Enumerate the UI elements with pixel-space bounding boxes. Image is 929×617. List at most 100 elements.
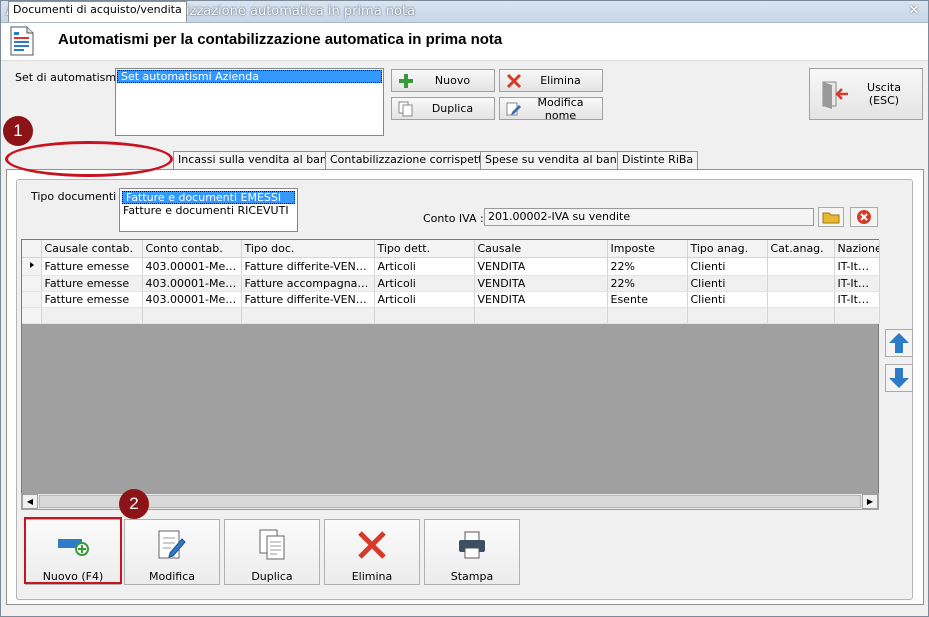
delete-button[interactable]: Elimina: [324, 519, 420, 585]
table-cell[interactable]: VENDITA: [474, 291, 608, 308]
table-cell[interactable]: [767, 257, 835, 276]
annotation-badge: 1: [3, 116, 33, 146]
table-cell[interactable]: Articoli: [374, 291, 475, 308]
delete-label: Elimina: [351, 570, 393, 583]
page-header: Automatismi per la contabilizzazione aut…: [1, 23, 928, 61]
scroll-thumb[interactable]: [39, 495, 861, 508]
column-header[interactable]: Causale: [474, 240, 608, 258]
table-cell[interactable]: 403.00001-Merci...: [142, 257, 242, 276]
close-icon[interactable]: ✕: [906, 3, 922, 19]
move-down-button[interactable]: [885, 364, 913, 392]
print-label: Stampa: [450, 570, 494, 583]
tab-documenti[interactable]: Documenti di acquisto/vendita: [8, 1, 187, 22]
table-row[interactable]: Fatture emesse 403.00001-Merci... Fattur…: [22, 275, 880, 292]
table-cell[interactable]: [767, 291, 835, 308]
table-cell[interactable]: [607, 307, 688, 324]
clear-button[interactable]: [850, 207, 878, 227]
table-cell[interactable]: [474, 307, 608, 324]
tab-spese[interactable]: Spese su vendita al banco: [480, 151, 635, 169]
set-new-button[interactable]: Nuovo: [391, 69, 495, 92]
conto-iva-label: Conto IVA :: [423, 212, 484, 225]
scroll-right-icon[interactable]: ▶: [862, 494, 878, 509]
row-header: [22, 307, 42, 324]
column-header[interactable]: Tipo doc.: [241, 240, 375, 258]
table-cell[interactable]: [767, 307, 835, 324]
horizontal-scrollbar[interactable]: ◀ ▶: [21, 493, 879, 510]
table-cell[interactable]: 403.00001-Merci...: [142, 275, 242, 292]
column-header[interactable]: Causale contab.: [41, 240, 143, 258]
table-cell[interactable]: Clienti: [687, 275, 768, 292]
table-cell[interactable]: 22%: [607, 275, 688, 292]
print-button[interactable]: Stampa: [424, 519, 520, 585]
duplicate-label: Duplica: [251, 570, 293, 583]
document-icon: [10, 26, 34, 56]
new-record-button[interactable]: Nuovo (F4): [25, 519, 121, 585]
arrow-up-icon: [889, 333, 909, 353]
table-cell[interactable]: Fatture differite-VENDITA: [241, 291, 375, 308]
table-cell[interactable]: 403.00001-Merci...: [142, 291, 242, 308]
scroll-left-icon[interactable]: ◀: [22, 494, 38, 509]
tipo-documenti-item[interactable]: Fatture e documenti RICEVUTI: [120, 204, 297, 217]
set-rename-button[interactable]: Modifica nome: [499, 96, 603, 122]
table-cell[interactable]: IT-Italia: [834, 275, 880, 292]
tab-riba[interactable]: Distinte RiBa: [617, 151, 699, 169]
current-row-indicator-icon: [22, 257, 42, 276]
column-header[interactable]: Conto contab.: [142, 240, 242, 258]
automatismi-grid[interactable]: Causale contab. Conto contab. Tipo doc. …: [21, 239, 880, 509]
table-cell[interactable]: IT-Italia: [834, 291, 880, 308]
plus-icon: [395, 72, 417, 90]
edit-button[interactable]: Modifica: [124, 519, 220, 585]
table-row[interactable]: Fatture emesse 403.00001-Merci... Fattur…: [22, 257, 880, 276]
delete-x-icon: [325, 528, 419, 562]
table-cell[interactable]: Fatture emesse: [41, 275, 143, 292]
table-cell[interactable]: Clienti: [687, 257, 768, 276]
tab-incassi[interactable]: Incassi sulla vendita al banco: [173, 151, 345, 169]
application-window: Automatismi per la contabilizzazione aut…: [0, 0, 929, 617]
column-header[interactable]: Tipo anag.: [687, 240, 768, 258]
table-cell[interactable]: Articoli: [374, 275, 475, 292]
table-cell[interactable]: Esente: [607, 291, 688, 308]
table-cell[interactable]: [374, 307, 475, 324]
folder-button[interactable]: [818, 207, 844, 227]
table-cell[interactable]: [142, 307, 242, 324]
table-cell[interactable]: Clienti: [687, 291, 768, 308]
table-cell[interactable]: Fatture emesse: [41, 257, 143, 276]
folder-icon: [822, 212, 840, 224]
table-cell[interactable]: IT-Italia: [834, 257, 880, 276]
table-cell[interactable]: Fatture emesse: [41, 291, 143, 308]
set-duplicate-button[interactable]: Duplica: [391, 97, 495, 120]
set-delete-button[interactable]: Elimina: [499, 69, 603, 92]
grid-table: Causale contab. Conto contab. Tipo doc. …: [22, 240, 880, 324]
conto-iva-field[interactable]: 201.00002-IVA su vendite: [484, 208, 814, 226]
set-new-label: Nuovo: [434, 74, 471, 87]
new-row[interactable]: [22, 307, 880, 324]
duplicate-button[interactable]: Duplica: [224, 519, 320, 585]
tipo-documenti-listbox[interactable]: Fatture e documenti EMESSI Fatture e doc…: [119, 188, 298, 232]
tipo-documenti-label: Tipo documenti :: [31, 190, 124, 203]
page-title: Automatismi per la contabilizzazione aut…: [58, 31, 503, 48]
set-listbox[interactable]: Set automatismi Azienda: [115, 68, 384, 136]
table-cell[interactable]: [767, 275, 835, 292]
column-header[interactable]: Nazione: [834, 240, 880, 258]
exit-button[interactable]: Uscita (ESC): [809, 68, 923, 120]
table-cell[interactable]: VENDITA: [474, 257, 608, 276]
new-record-label: Nuovo (F4): [42, 570, 104, 583]
grid-header-row: Causale contab. Conto contab. Tipo doc. …: [22, 240, 880, 258]
table-cell[interactable]: 22%: [607, 257, 688, 276]
table-cell[interactable]: Fatture accompagnatori...: [241, 275, 375, 292]
table-cell[interactable]: [687, 307, 768, 324]
table-cell[interactable]: [41, 307, 143, 324]
column-header[interactable]: Tipo dett.: [374, 240, 475, 258]
table-cell[interactable]: Fatture differite-VENDITA: [241, 257, 375, 276]
table-row[interactable]: Fatture emesse 403.00001-Merci... Fattur…: [22, 291, 880, 308]
set-list-item[interactable]: Set automatismi Azienda: [117, 70, 382, 83]
table-cell[interactable]: [834, 307, 880, 324]
tipo-documenti-item[interactable]: Fatture e documenti EMESSI: [122, 191, 295, 204]
move-up-button[interactable]: [885, 329, 913, 357]
column-header[interactable]: Imposte: [607, 240, 688, 258]
table-cell[interactable]: VENDITA: [474, 275, 608, 292]
table-cell[interactable]: [241, 307, 375, 324]
column-header[interactable]: Cat.anag.: [767, 240, 835, 258]
table-cell[interactable]: Articoli: [374, 257, 475, 276]
tab-corrispettivi[interactable]: Contabilizzazione corrispettivi: [325, 151, 501, 169]
